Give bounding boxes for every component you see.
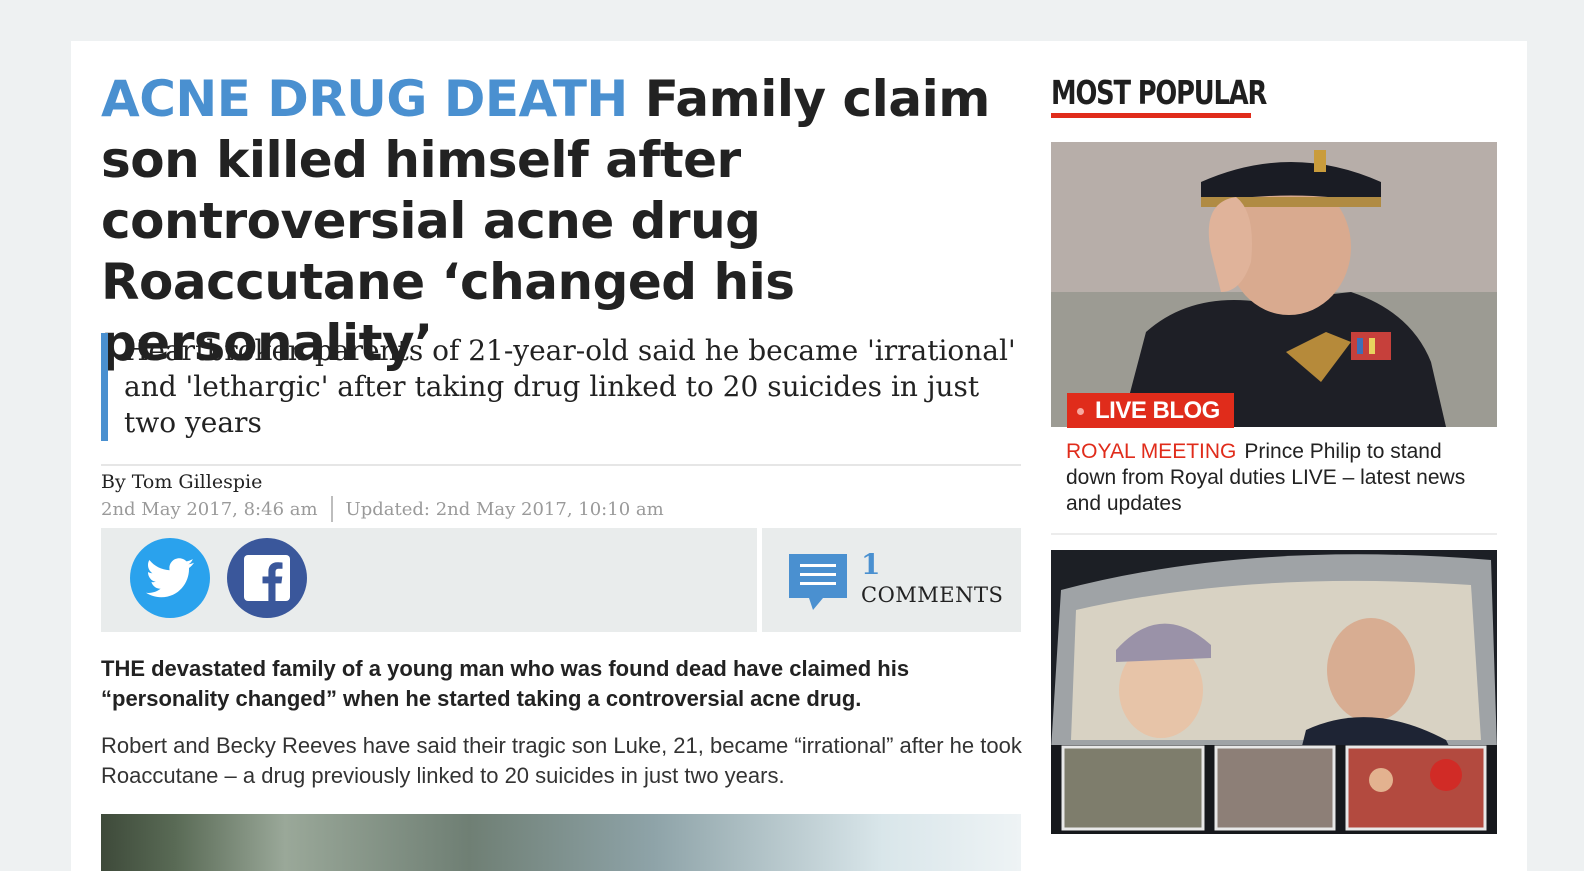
comment-icon	[789, 554, 847, 610]
comment-label: COMMENTS	[861, 583, 1004, 607]
sidebar-story-link[interactable]: ROYAL MEETING Prince Philip to stand down…	[1066, 439, 1496, 517]
article-standfirst: Heartbroken parents of 21-year-old said …	[101, 333, 1031, 441]
story-photo	[1051, 142, 1497, 427]
headline-kicker: ACNE DRUG DEATH	[101, 70, 628, 128]
comments-button[interactable]: 1 COMMENTS	[762, 528, 1021, 632]
twitter-icon	[146, 558, 194, 598]
story-image-prince-philip[interactable]	[1051, 142, 1497, 427]
article-headline: ACNE DRUG DEATH Family claim son killed …	[101, 69, 1031, 374]
article-lead: THE devastated family of a young man who…	[101, 656, 910, 711]
story-image-royal-car[interactable]	[1051, 550, 1497, 834]
most-popular-title: MOST POPULAR	[1051, 73, 1267, 112]
live-blog-badge: LIVE BLOG	[1067, 393, 1234, 428]
byline-author[interactable]: By Tom Gillespie	[101, 471, 262, 493]
article-paragraph: Robert and Becky Reeves have said their …	[101, 733, 1022, 788]
story-kicker: ROYAL MEETING	[1066, 440, 1237, 463]
live-dot-icon	[1077, 407, 1084, 415]
facebook-icon	[244, 555, 290, 601]
article-dates: 2nd May 2017, 8:46 am Updated: 2nd May 2…	[101, 496, 664, 522]
story-photo-2	[1051, 550, 1497, 834]
article-image	[101, 814, 1021, 871]
published-date: 2nd May 2017, 8:46 am	[101, 498, 318, 520]
comment-count: 1	[861, 548, 881, 581]
divider	[101, 464, 1021, 466]
live-blog-label: LIVE BLOG	[1095, 397, 1220, 424]
twitter-share-button[interactable]	[130, 538, 210, 618]
facebook-share-button[interactable]	[227, 538, 307, 618]
updated-date: Updated: 2nd May 2017, 10:10 am	[345, 498, 664, 520]
most-popular-underline	[1051, 113, 1251, 118]
page-container: ACNE DRUG DEATH Family claim son killed …	[71, 41, 1527, 871]
sidebar-divider	[1051, 533, 1497, 535]
date-separator	[330, 496, 333, 522]
share-bar	[101, 528, 757, 632]
